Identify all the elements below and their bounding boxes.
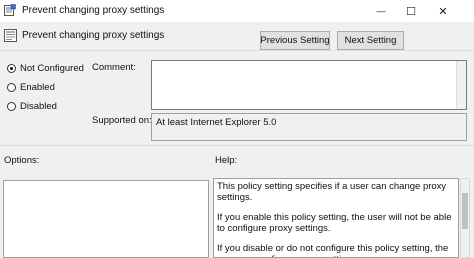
comment-scrollbar[interactable] (456, 61, 466, 109)
maximize-button[interactable]: ☐ (396, 0, 426, 22)
supported-on-label: Supported on: (92, 115, 152, 126)
help-paragraph: This policy setting specifies if a user … (217, 181, 447, 203)
window-title: Prevent changing proxy settings (22, 5, 165, 16)
radio-indicator (7, 102, 16, 111)
previous-setting-button[interactable]: Previous Setting (260, 31, 330, 50)
help-label: Help: (215, 155, 238, 166)
next-setting-button[interactable]: Next Setting (337, 31, 404, 50)
close-icon: ✕ (438, 5, 448, 18)
comment-label: Comment: (92, 62, 136, 73)
close-button[interactable]: ✕ (428, 0, 458, 22)
options-panel (3, 180, 209, 258)
supported-on-value: At least Internet Explorer 5.0 (156, 117, 277, 128)
help-text: This policy setting specifies if a user … (214, 179, 458, 257)
help-paragraph: If you disable or do not configure this … (217, 243, 449, 257)
policy-setting-icon (4, 29, 17, 42)
minimize-button[interactable]: — (366, 0, 396, 22)
help-scrollbar-thumb[interactable] (462, 193, 468, 229)
supported-on-field: At least Internet Explorer 5.0 (151, 113, 467, 141)
radio-label: Enabled (20, 82, 55, 93)
radio-enabled[interactable]: Enabled (7, 82, 55, 93)
middle-divider (0, 145, 474, 146)
minimize-icon: — (376, 6, 386, 16)
title-bar: Prevent changing proxy settings — ☐ ✕ (0, 0, 474, 22)
radio-indicator (7, 64, 16, 73)
help-scrollbar[interactable] (460, 178, 470, 258)
radio-indicator (7, 83, 16, 92)
header-divider (0, 50, 474, 51)
radio-label: Disabled (20, 101, 57, 112)
maximize-icon: ☐ (406, 5, 416, 18)
radio-disabled[interactable]: Disabled (7, 101, 57, 112)
policy-window-icon (4, 4, 16, 16)
setting-name: Prevent changing proxy settings (22, 30, 165, 41)
radio-not-configured[interactable]: Not Configured (7, 63, 84, 74)
radio-label: Not Configured (20, 63, 84, 74)
options-label: Options: (4, 155, 40, 166)
help-panel: This policy setting specifies if a user … (213, 178, 459, 258)
help-paragraph: If you enable this policy setting, the u… (217, 212, 452, 234)
comment-field[interactable] (151, 60, 467, 110)
